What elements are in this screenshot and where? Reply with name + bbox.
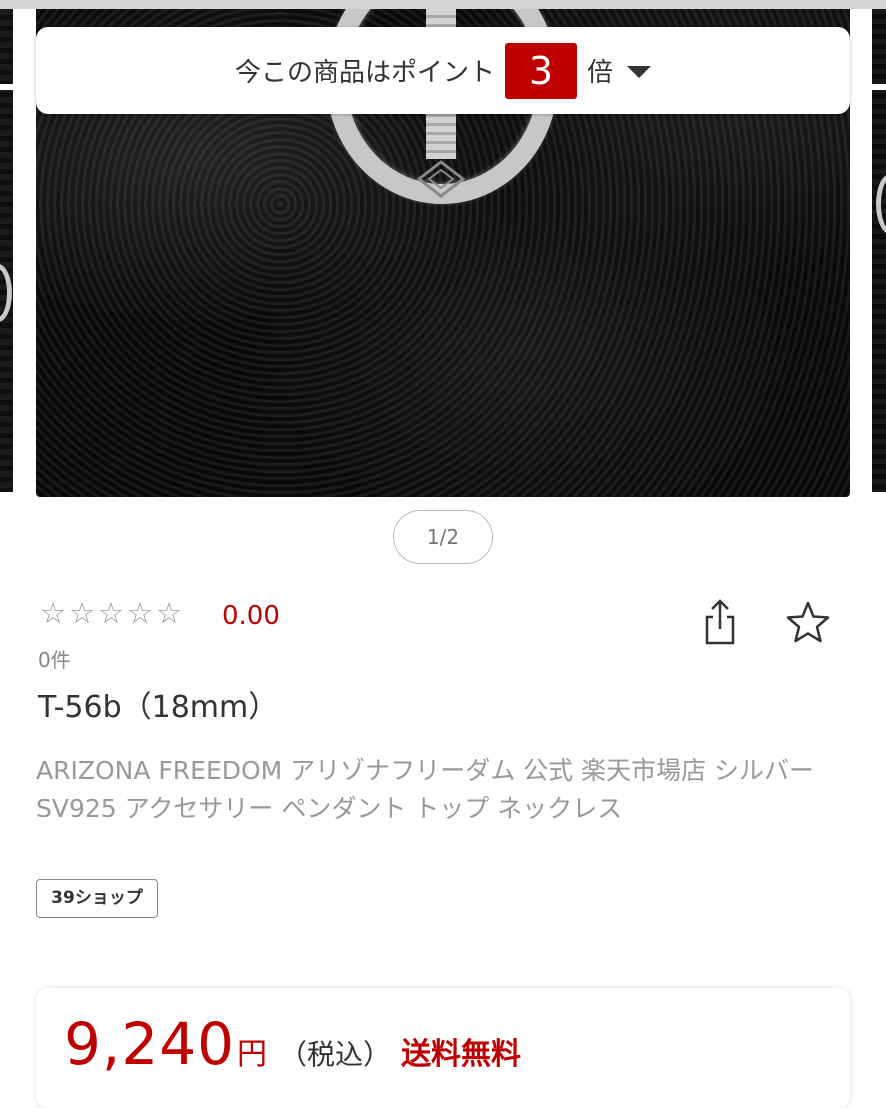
charm-image <box>0 264 12 322</box>
price-card: 9,240 円 （税込） 送料無料 <box>36 988 850 1108</box>
image-pager: 1/2 <box>393 510 493 564</box>
star-outline-icon: ☆ <box>156 596 182 630</box>
price-currency: 円 <box>237 1037 268 1072</box>
rating-stars: ☆ ☆ ☆ ☆ ☆ <box>40 597 182 629</box>
charm-image <box>876 174 886 234</box>
caret-down-icon <box>627 65 652 78</box>
points-banner-text: 今この商品はポイント <box>234 58 495 88</box>
points-banner[interactable]: 今この商品はポイント 3 倍 <box>36 27 850 114</box>
prev-image-peek[interactable] <box>0 9 13 492</box>
product-description: ARIZONA FREEDOM アリゾナフリーダム 公式 楽天市場店 シルバー … <box>36 756 815 823</box>
shop-badge: 39ショップ <box>36 879 158 918</box>
points-multiplier-badge: 3 <box>505 42 577 99</box>
points-banner-suffix: 倍 <box>587 58 614 88</box>
share-icon[interactable] <box>700 597 740 647</box>
review-count[interactable]: 0件 <box>38 644 71 673</box>
star-outline-icon: ☆ <box>98 596 124 630</box>
price-value: 9,240 <box>64 1010 236 1078</box>
favorite-star-icon[interactable] <box>785 600 831 644</box>
top-bar <box>0 0 886 9</box>
product-title: T-56b（18mm） <box>38 690 279 725</box>
rating-value[interactable]: 0.00 <box>222 601 280 631</box>
tax-note: （税込） <box>279 1038 392 1071</box>
price-row: 9,240 円 （税込） 送料無料 <box>64 1010 521 1078</box>
star-outline-icon: ☆ <box>69 596 95 630</box>
star-outline-icon: ☆ <box>40 596 66 630</box>
next-image-peek[interactable] <box>872 9 886 492</box>
star-outline-icon: ☆ <box>127 596 153 630</box>
pendant-diamond <box>411 154 471 204</box>
divider <box>0 84 13 90</box>
divider <box>872 84 886 90</box>
free-shipping-label: 送料無料 <box>401 1037 522 1072</box>
